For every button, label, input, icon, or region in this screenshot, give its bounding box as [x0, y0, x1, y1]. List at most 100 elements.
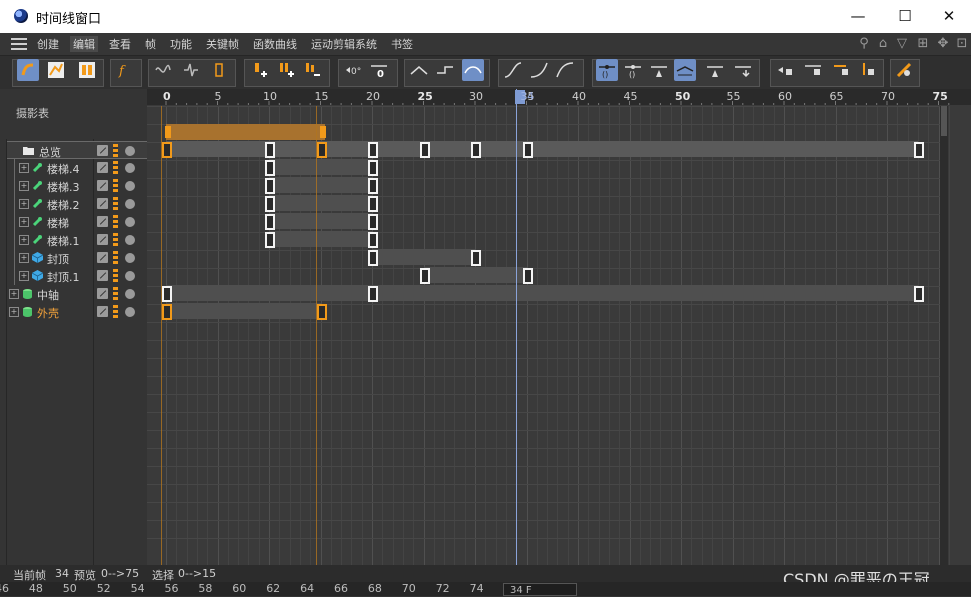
- home-icon[interactable]: ⌂: [876, 37, 890, 51]
- frame-selected-button[interactable]: [180, 59, 202, 81]
- expand-toggle-icon[interactable]: +: [19, 235, 29, 245]
- keyframe-marker[interactable]: [316, 304, 327, 320]
- ease-in-button[interactable]: [528, 59, 550, 81]
- playhead-line[interactable]: [516, 89, 518, 565]
- solo-dot-icon[interactable]: [125, 199, 135, 209]
- frame-all-button[interactable]: [152, 59, 174, 81]
- keyframe-marker[interactable]: [368, 196, 378, 212]
- solo-dot-icon[interactable]: [125, 235, 135, 245]
- pencil-icon[interactable]: [97, 252, 108, 263]
- current-frame-field[interactable]: 34 F: [503, 583, 577, 596]
- key-range-bar[interactable]: [166, 141, 918, 157]
- solo-dot-icon[interactable]: [125, 307, 135, 317]
- new-panel-icon[interactable]: ⊞: [916, 37, 930, 51]
- menu-item-4[interactable]: 功能: [170, 36, 192, 52]
- search-icon[interactable]: ⚲: [857, 37, 871, 51]
- solo-dot-icon[interactable]: [125, 146, 135, 156]
- add-keys-button[interactable]: [276, 59, 298, 81]
- lock-tangent-angle-button[interactable]: [856, 59, 878, 81]
- step-interp-button[interactable]: [434, 59, 456, 81]
- weighted-tangent-button[interactable]: [648, 59, 670, 81]
- dopesheet-mode-button[interactable]: [17, 59, 39, 81]
- ease-in-out-button[interactable]: [502, 59, 524, 81]
- expand-toggle-icon[interactable]: +: [19, 217, 29, 227]
- vertical-scrollbar[interactable]: [940, 106, 948, 565]
- menu-item-7[interactable]: 运动剪辑系统: [311, 36, 377, 52]
- track-row[interactable]: + 楼梯.2: [7, 195, 147, 213]
- keyframe-marker[interactable]: [162, 286, 172, 302]
- track-row[interactable]: + 中轴: [7, 285, 147, 303]
- linear-interp-button[interactable]: [408, 59, 430, 81]
- layer-color-icon[interactable]: [113, 233, 118, 246]
- key-range-bar[interactable]: [166, 303, 321, 319]
- keyframe-marker[interactable]: [265, 214, 275, 230]
- expand-toggle-icon[interactable]: +: [19, 163, 29, 173]
- pencil-icon[interactable]: [97, 270, 108, 281]
- keyframe-marker[interactable]: [419, 142, 430, 158]
- maximize-button[interactable]: ☐: [883, 5, 927, 27]
- minimize-button[interactable]: —: [836, 5, 880, 27]
- pencil-icon[interactable]: [97, 306, 108, 317]
- lock-value-button[interactable]: [802, 59, 824, 81]
- add-key-button[interactable]: [250, 59, 272, 81]
- pencil-icon[interactable]: [97, 288, 108, 299]
- main-timeline-ruler[interactable]: 46 48 50 52 54 56 58 60 62 64 66 68 70 72 74 34 F: [0, 582, 971, 596]
- key-range-bar[interactable]: [269, 195, 372, 211]
- keyframe-marker[interactable]: [368, 142, 378, 158]
- selection-summary-bar[interactable]: [166, 124, 325, 140]
- key-range-bar[interactable]: [269, 231, 372, 247]
- hamburger-menu-icon[interactable]: [11, 38, 27, 50]
- summary-key-handle[interactable]: [319, 126, 326, 138]
- solo-dot-icon[interactable]: [125, 271, 135, 281]
- tangent-down-button[interactable]: [732, 59, 754, 81]
- filter-icon[interactable]: ▽: [895, 37, 909, 51]
- keyframe-marker[interactable]: [368, 160, 378, 176]
- delete-key-button[interactable]: [302, 59, 324, 81]
- key-range-bar[interactable]: [269, 213, 372, 229]
- keyframe-marker[interactable]: [522, 268, 533, 284]
- menu-item-2[interactable]: 查看: [109, 36, 131, 52]
- expand-toggle-icon[interactable]: +: [9, 307, 19, 317]
- break-tangent-button[interactable]: [674, 59, 696, 81]
- solo-dot-icon[interactable]: [125, 253, 135, 263]
- expand-toggle-icon[interactable]: +: [9, 289, 19, 299]
- expand-toggle-icon[interactable]: +: [19, 253, 29, 263]
- solo-dot-icon[interactable]: [125, 217, 135, 227]
- layer-color-icon[interactable]: [113, 269, 118, 282]
- solo-dot-icon[interactable]: [125, 181, 135, 191]
- track-row[interactable]: + 封顶.1: [7, 267, 147, 285]
- layer-color-icon[interactable]: [113, 287, 118, 300]
- keyframe-marker[interactable]: [316, 142, 327, 158]
- keyframe-marker[interactable]: [265, 160, 275, 176]
- keyframe-marker[interactable]: [368, 178, 378, 194]
- clamp-tangent-button[interactable]: (): [622, 59, 644, 81]
- expand-toggle-icon[interactable]: +: [19, 271, 29, 281]
- keyframe-marker[interactable]: [368, 286, 378, 302]
- lock-weight-button[interactable]: [704, 59, 726, 81]
- menu-item-1[interactable]: 编辑: [70, 36, 98, 52]
- layer-color-icon[interactable]: [113, 144, 118, 157]
- track-row[interactable]: + 楼梯.3: [7, 177, 147, 195]
- spline-interp-button[interactable]: [462, 59, 484, 81]
- track-row[interactable]: + 楼梯.4: [7, 159, 147, 177]
- pencil-icon[interactable]: [97, 216, 108, 227]
- lock-time-button[interactable]: [774, 59, 796, 81]
- key-range-bar[interactable]: [166, 285, 918, 301]
- layer-color-icon[interactable]: [113, 215, 118, 228]
- fcurve-mode-button[interactable]: [45, 59, 67, 81]
- pencil-icon[interactable]: [97, 198, 108, 209]
- menu-item-3[interactable]: 帧: [145, 36, 156, 52]
- detach-panel-icon[interactable]: ⊡: [955, 37, 969, 51]
- layer-color-icon[interactable]: [113, 251, 118, 264]
- keyframe-marker[interactable]: [913, 286, 924, 302]
- pencil-icon[interactable]: [97, 234, 108, 245]
- key-range-bar[interactable]: [423, 267, 527, 283]
- keyframe-marker[interactable]: [265, 178, 275, 194]
- layer-color-icon[interactable]: [113, 161, 118, 174]
- ease-out-button[interactable]: [554, 59, 576, 81]
- frame-ruler[interactable]: 0 5 10 15 20 25 30 35 40 45 50 55 60 65 70 75: [147, 89, 971, 105]
- frame-range-button[interactable]: [208, 59, 230, 81]
- pencil-icon[interactable]: [97, 145, 108, 156]
- keyframe-marker[interactable]: [162, 304, 172, 320]
- track-row[interactable]: + 楼梯.1: [7, 231, 147, 249]
